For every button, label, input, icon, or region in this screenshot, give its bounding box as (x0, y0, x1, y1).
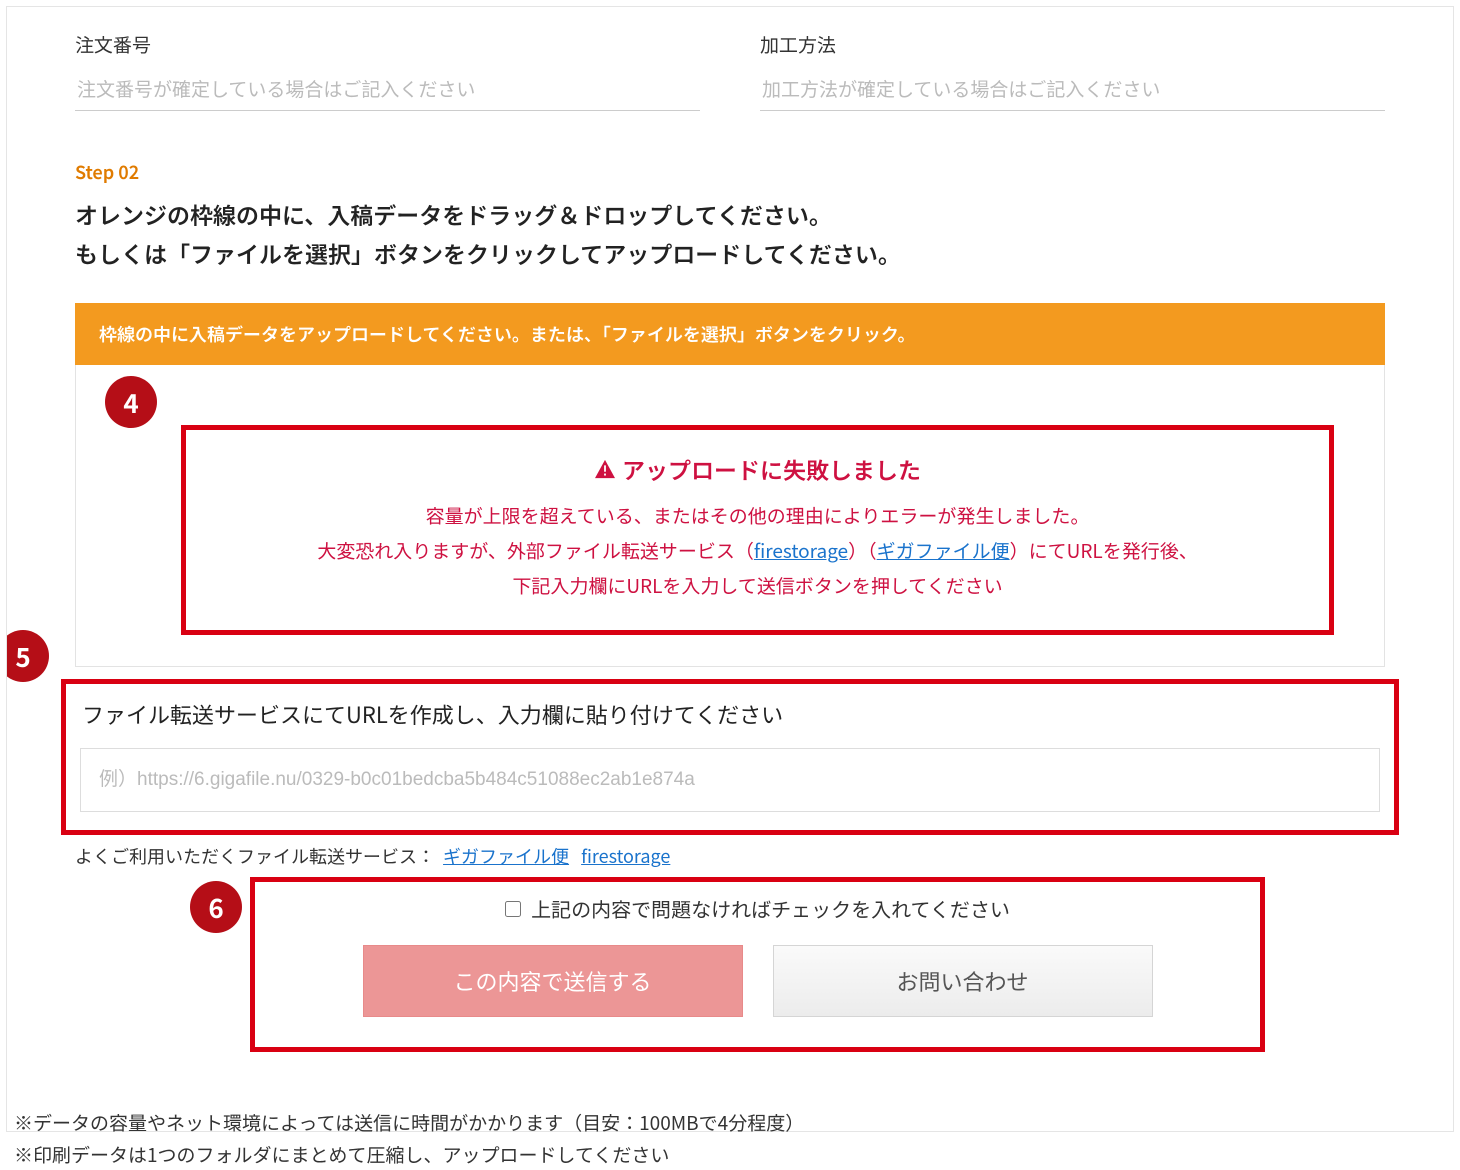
submit-button[interactable]: この内容で送信する (363, 945, 743, 1017)
error-line3: 下記入力欄にURLを入力して送信ボタンを押してください (512, 572, 1002, 599)
process-method-field: 加工方法 (760, 31, 1385, 111)
order-number-input[interactable] (75, 72, 700, 111)
footnotes: ※データの容量やネット環境によっては送信に時間がかかります（目安：100MBで4… (14, 1107, 804, 1170)
services-row: よくご利用いただくファイル転送サービス： ギガファイル便 firestorage (75, 843, 1385, 869)
upload-error-body: 容量が上限を超えている、またはその他の理由によりエラーが発生しました。 大変恐れ… (206, 498, 1309, 603)
order-number-label: 注文番号 (75, 31, 700, 58)
footnote-2: ※印刷データは1つのフォルダにまとめて圧縮し、アップロードしてください (14, 1141, 669, 1168)
upload-instruction-bar: 枠線の中に入稿データをアップロードしてください。または、「ファイルを選択」ボタン… (75, 303, 1385, 365)
callout-badge-4: 4 (105, 376, 157, 428)
upload-error-box: アップロードに失敗しました 容量が上限を超えている、またはその他の理由によりエラ… (181, 425, 1334, 634)
confirm-checkbox[interactable] (505, 901, 521, 917)
step-02-line1: オレンジの枠線の中に、入稿データをドラッグ＆ドロップしてください。 (75, 197, 832, 231)
step-02-text: オレンジの枠線の中に、入稿データをドラッグ＆ドロップしてください。 もしくは「フ… (75, 195, 1385, 273)
error-line2a: 大変恐れ入りますが、外部ファイル転送サービス（ (317, 537, 754, 564)
process-method-input[interactable] (760, 72, 1385, 111)
error-line1: 容量が上限を超えている、またはその他の理由によりエラーが発生しました。 (426, 502, 1090, 529)
services-gigafile-link[interactable]: ギガファイル便 (443, 843, 569, 869)
transfer-url-input[interactable] (80, 748, 1380, 812)
warning-icon (594, 459, 616, 479)
firestorage-link[interactable]: firestorage (754, 537, 848, 564)
error-mid1: ）（ (848, 537, 877, 564)
confirm-section: 上記の内容で問題なければチェックを入れてください この内容で送信する お問い合わ… (250, 877, 1265, 1052)
process-method-label: 加工方法 (760, 31, 1385, 58)
services-firestorage-link[interactable]: firestorage (581, 843, 670, 869)
order-number-field: 注文番号 (75, 31, 700, 111)
step-02-line2: もしくは「ファイルを選択」ボタンをクリックしてアップロードしてください。 (75, 236, 901, 270)
upload-error-title: アップロードに失敗しました (594, 452, 921, 486)
footnote-1: ※データの容量やネット環境によっては送信に時間がかかります（目安：100MBで4… (14, 1109, 804, 1136)
callout-badge-6: 6 (190, 881, 242, 933)
step-02-label: Step 02 (75, 159, 1385, 185)
upload-error-title-text: アップロードに失敗しました (622, 452, 921, 486)
inquiry-button[interactable]: お問い合わせ (773, 945, 1153, 1017)
url-section-label: ファイル転送サービスにてURLを作成し、入力欄に貼り付けてください (80, 698, 1380, 730)
confirm-checkbox-row[interactable]: 上記の内容で問題なければチェックを入れてください (505, 894, 1010, 923)
callout-badge-5: 5 (6, 630, 49, 682)
services-prefix: よくご利用いただくファイル転送サービス： (75, 843, 435, 869)
upload-drop-area[interactable]: アップロードに失敗しました 容量が上限を超えている、またはその他の理由によりエラ… (75, 365, 1385, 667)
url-section: ファイル転送サービスにてURLを作成し、入力欄に貼り付けてください (61, 679, 1399, 835)
confirm-checkbox-label: 上記の内容で問題なければチェックを入れてください (531, 894, 1010, 923)
gigafile-link[interactable]: ギガファイル便 (877, 537, 1010, 564)
error-line2b: ）にてURLを発行後、 (1010, 537, 1198, 564)
